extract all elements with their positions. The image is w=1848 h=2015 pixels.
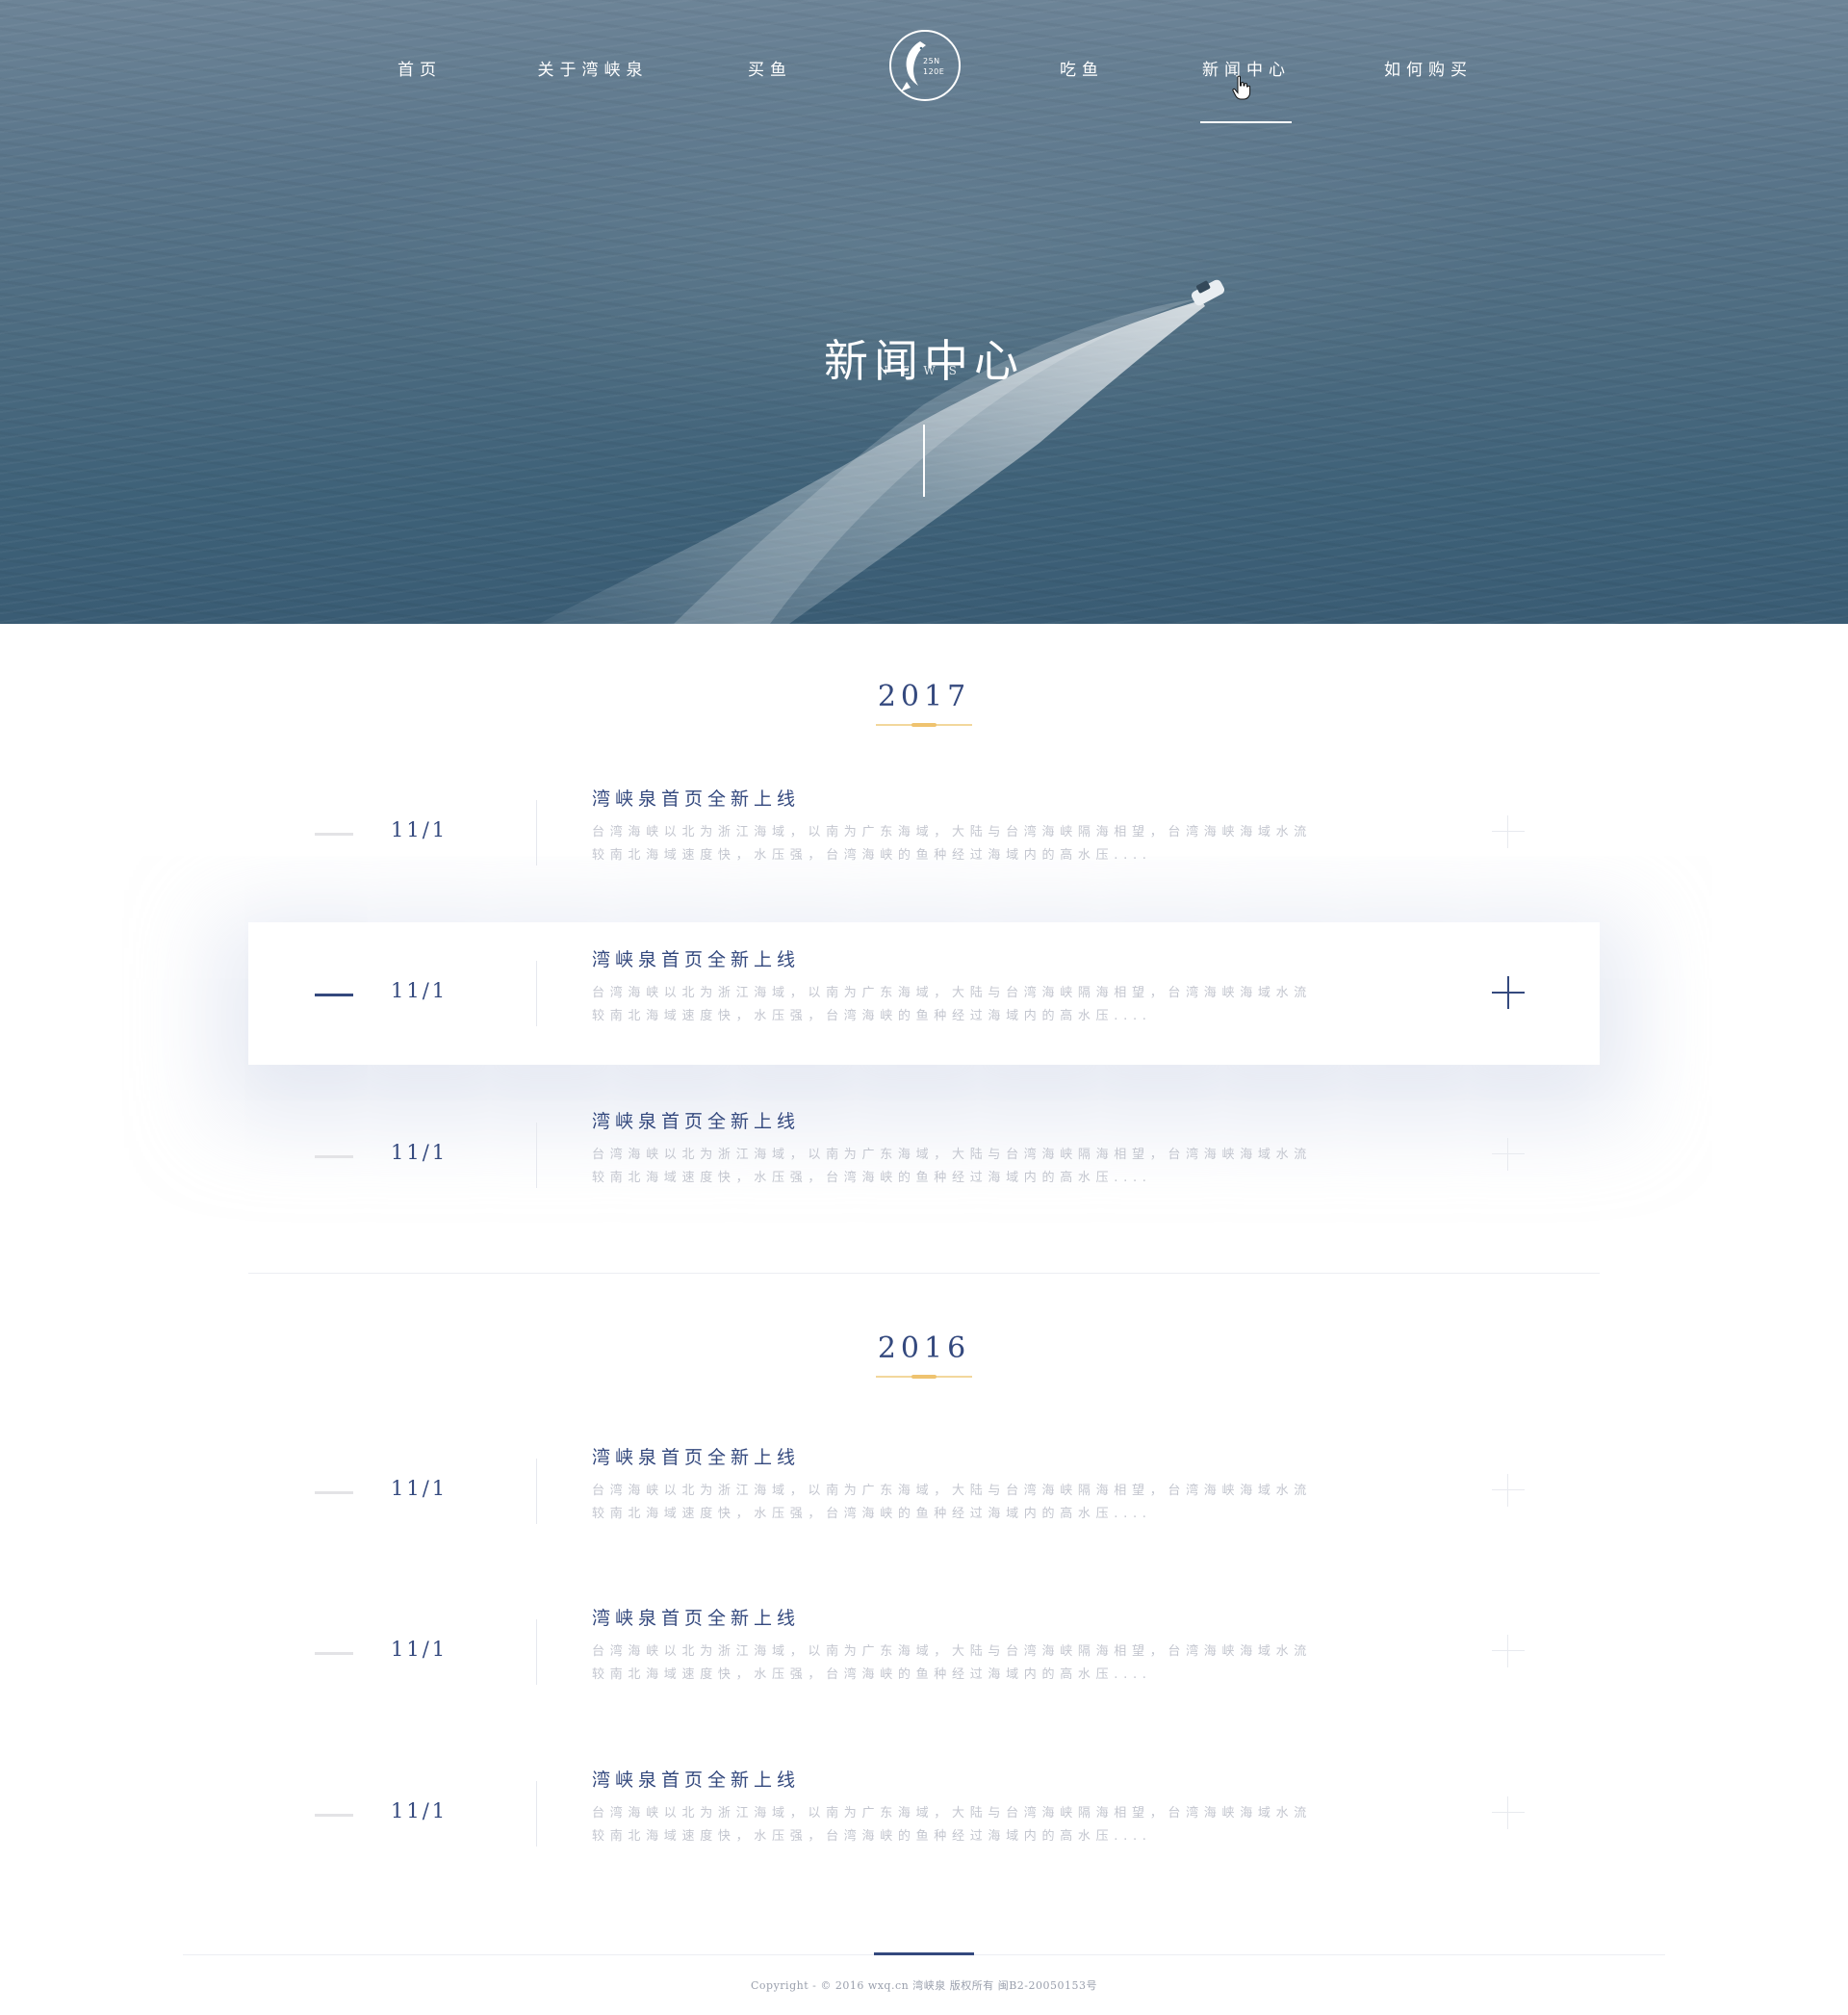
brand-logo[interactable]: 25N 120E [889, 30, 961, 101]
nav-eat-fish[interactable]: 吃鱼 [1039, 56, 1125, 85]
news-title[interactable]: 湾峡泉首页全新上线 [592, 945, 800, 971]
nav-about[interactable]: 关于湾峡泉 [526, 56, 660, 85]
boat-icon [1191, 279, 1225, 306]
footer-accent-bar [874, 1952, 974, 1955]
nav-how-to-buy[interactable]: 如何购买 [1374, 56, 1482, 85]
section-divider [248, 1273, 1600, 1274]
news-item-active[interactable]: 11/1 湾峡泉首页全新上线 台湾海峡以北为浙江海域，以南为广东海域，大陆与台湾… [248, 922, 1600, 1065]
news-item[interactable]: 11/1 湾峡泉首页全新上线 台湾海峡以北为浙江海域，以南为广东海域，大陆与台湾… [248, 1084, 1600, 1227]
item-marker [315, 1814, 353, 1817]
copyright-text: Copyright - © 2016 wxq.cn 湾峡泉 版权所有 闽B2-2… [751, 1979, 1097, 1992]
scroll-indicator-line [923, 425, 925, 497]
news-summary: 台湾海峡以北为浙江海域，以南为广东海域，大陆与台湾海峡隔海相望，台湾海峡海域水流… [592, 1806, 1313, 1844]
logo-longitude: 120E [923, 67, 945, 76]
plus-icon[interactable] [1492, 1796, 1525, 1829]
news-summary: 台湾海峡以北为浙江海域，以南为广东海域，大陆与台湾海峡隔海相望，台湾海峡海域水流… [592, 986, 1313, 1023]
news-summary: 台湾海峡以北为浙江海域，以南为广东海域，大陆与台湾海峡隔海相望，台湾海峡海域水流… [592, 1484, 1313, 1521]
news-item[interactable]: 11/1 湾峡泉首页全新上线 台湾海峡以北为浙江海域，以南为广东海域，大陆与台湾… [248, 1420, 1600, 1563]
nav-active-indicator [1200, 121, 1292, 123]
hero-banner: 首页 关于湾峡泉 买鱼 25N 120E 吃鱼 新闻中心 如何购买 新闻中心 N… [0, 0, 1848, 624]
news-title[interactable]: 湾峡泉首页全新上线 [592, 1107, 800, 1133]
plus-icon[interactable] [1492, 815, 1525, 848]
item-separator [536, 1123, 537, 1188]
news-summary: 台湾海峡以北为浙江海域，以南为广东海域，大陆与台湾海峡隔海相望，台湾海峡海域水流… [592, 825, 1313, 863]
news-title[interactable]: 湾峡泉首页全新上线 [592, 785, 800, 811]
news-title[interactable]: 湾峡泉首页全新上线 [592, 1443, 800, 1469]
news-date: 11/1 [391, 1477, 449, 1500]
fish-logo-icon [901, 41, 926, 91]
news-item[interactable]: 11/1 湾峡泉首页全新上线 台湾海峡以北为浙江海域，以南为广东海域，大陆与台湾… [248, 1743, 1600, 1885]
news-item[interactable]: 11/1 湾峡泉首页全新上线 台湾海峡以北为浙江海域，以南为广东海域，大陆与台湾… [248, 1581, 1600, 1723]
year-heading: 2017 [877, 680, 971, 713]
year-underline [876, 1375, 972, 1379]
news-item[interactable]: 11/1 湾峡泉首页全新上线 台湾海峡以北为浙江海域，以南为广东海域，大陆与台湾… [248, 762, 1600, 904]
item-separator [536, 800, 537, 865]
plus-icon[interactable] [1492, 976, 1525, 1009]
nav-home[interactable]: 首页 [376, 56, 463, 85]
item-marker [315, 1491, 353, 1494]
item-separator [536, 1781, 537, 1847]
page-title: 新闻中心 [824, 334, 1024, 387]
news-date: 11/1 [391, 1799, 449, 1822]
plus-icon[interactable] [1492, 1474, 1525, 1507]
plus-icon[interactable] [1492, 1635, 1525, 1667]
item-marker [315, 994, 353, 996]
news-date: 11/1 [391, 818, 449, 841]
item-separator [536, 1459, 537, 1524]
item-marker [315, 1652, 353, 1655]
year-heading: 2016 [877, 1331, 971, 1365]
news-title[interactable]: 湾峡泉首页全新上线 [592, 1604, 800, 1630]
year-underline [876, 723, 972, 727]
news-summary: 台湾海峡以北为浙江海域，以南为广东海域，大陆与台湾海峡隔海相望，台湾海峡海域水流… [592, 1148, 1313, 1185]
item-marker [315, 833, 353, 836]
item-marker [315, 1155, 353, 1158]
page-subtitle: NEWS [878, 364, 970, 377]
logo-latitude: 25N [923, 57, 940, 65]
news-summary: 台湾海峡以北为浙江海域，以南为广东海域，大陆与台湾海峡隔海相望，台湾海峡海域水流… [592, 1644, 1313, 1682]
news-title[interactable]: 湾峡泉首页全新上线 [592, 1766, 800, 1792]
hand-cursor-icon [1232, 75, 1251, 100]
news-date: 11/1 [391, 979, 449, 1002]
nav-buy-fish[interactable]: 买鱼 [727, 56, 813, 85]
news-date: 11/1 [391, 1638, 449, 1661]
news-date: 11/1 [391, 1141, 449, 1164]
plus-icon[interactable] [1492, 1138, 1525, 1171]
item-separator [536, 1619, 537, 1685]
item-separator [536, 961, 537, 1026]
